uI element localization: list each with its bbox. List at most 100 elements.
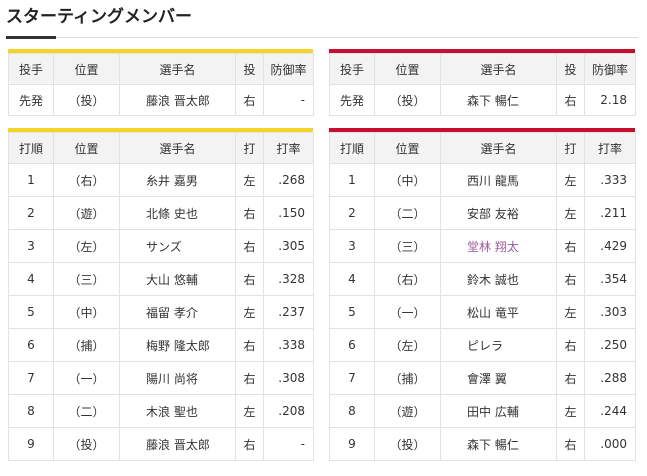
batter-name: 大山 悠輔	[119, 262, 236, 296]
batter-avg: .150	[263, 196, 314, 230]
batter-order: 7	[329, 361, 375, 395]
batter-row: 8 （二） 木浪 聖也左 .208	[8, 394, 314, 428]
away-pitcher-table: 投手 位置 選手名 投 防御率 先発 （投） 森下 暢仁 右 2.18	[329, 53, 636, 116]
batter-bats: 左	[235, 394, 264, 428]
batter-order: 6	[329, 328, 375, 362]
header-era: 防御率	[584, 53, 636, 85]
header-name: 選手名	[440, 132, 557, 164]
batter-name: 會澤 翼	[440, 361, 557, 395]
batter-avg: -	[263, 427, 314, 461]
pitcher-era: 2.18	[584, 84, 636, 116]
pitcher-throws: 右	[556, 84, 585, 116]
batter-bats: 右	[556, 229, 585, 263]
batter-row: 9 （投） 藤浪 晋太郎右 -	[8, 427, 314, 461]
batter-row: 2 （遊） 北條 史也右 .150	[8, 196, 314, 230]
batter-order: 6	[8, 328, 54, 362]
home-pitcher-table: 投手 位置 選手名 投 防御率 先発 （投） 藤浪 晋太郎 右 -	[8, 53, 314, 116]
batter-name: 堂林 翔太	[440, 229, 557, 263]
batter-pos: （二）	[374, 196, 441, 230]
header-avg: 打率	[584, 132, 636, 164]
batter-row: 9 （投） 森下 暢仁右 .000	[329, 427, 636, 461]
batter-row: 8 （遊） 田中 広輔左 .244	[329, 394, 636, 428]
batter-avg: .000	[584, 427, 636, 461]
header-avg: 打率	[263, 132, 314, 164]
batter-pos: （投）	[53, 427, 120, 461]
batter-pos: （中）	[53, 295, 120, 329]
batter-avg: .208	[263, 394, 314, 428]
batter-name: 松山 竜平	[440, 295, 557, 329]
header-throws: 投	[556, 53, 585, 85]
title-divider-accent	[6, 36, 56, 39]
batter-avg: .211	[584, 196, 636, 230]
batter-row: 4 （三） 大山 悠輔右 .328	[8, 262, 314, 296]
header-pos: 位置	[53, 132, 120, 164]
header-throws: 投	[235, 53, 264, 85]
header-order: 打順	[329, 132, 375, 164]
batter-bats: 右	[235, 427, 264, 461]
batter-bats: 右	[235, 229, 264, 263]
header-pos: 位置	[374, 132, 441, 164]
pitcher-row: 先発 （投） 森下 暢仁 右 2.18	[329, 84, 636, 116]
away-batters-body: 1 （中） 西川 龍馬左 .333 2 （二） 安部 友裕左 .211 3 （三） 堂林 翔太右 .4…	[329, 163, 636, 461]
batter-row: 5 （中） 福留 孝介左 .237	[8, 295, 314, 329]
batter-pos: （一）	[374, 295, 441, 329]
batter-order: 3	[329, 229, 375, 263]
batter-bats: 右	[556, 328, 585, 362]
header-name: 選手名	[119, 53, 236, 85]
batter-row: 4 （右） 鈴木 誠也右 .354	[329, 262, 636, 296]
header-pos: 位置	[53, 53, 120, 85]
batter-name: 福留 孝介	[119, 295, 236, 329]
batter-avg: .244	[584, 394, 636, 428]
header-bats: 打	[556, 132, 585, 164]
header-bats: 打	[235, 132, 264, 164]
batter-pos: （右）	[53, 163, 120, 197]
header-name: 選手名	[440, 53, 557, 85]
header-role: 投手	[329, 53, 375, 85]
batter-name: 森下 暢仁	[440, 427, 557, 461]
pitcher-row: 先発 （投） 藤浪 晋太郎 右 -	[8, 84, 314, 116]
batter-order: 3	[8, 229, 54, 263]
batter-pos: （三）	[53, 262, 120, 296]
header-era: 防御率	[263, 53, 314, 85]
batter-bats: 右	[556, 427, 585, 461]
away-batters-table: 打順 位置 選手名 打 打率 1 （中） 西川 龍馬左 .333 2 （二） 安部 友裕左.…	[329, 132, 636, 461]
batter-bats: 右	[235, 361, 264, 395]
batter-pos: （一）	[53, 361, 120, 395]
pitcher-era: -	[263, 84, 314, 116]
header-pos: 位置	[374, 53, 441, 85]
batter-name: 木浪 聖也	[119, 394, 236, 428]
home-batters-body: 1 （右） 糸井 嘉男左 .268 2 （遊） 北條 史也右 .150 3 （左） サンズ右 .305…	[8, 163, 314, 461]
batter-bats: 右	[235, 262, 264, 296]
section-title: スターティングメンバー	[6, 7, 192, 27]
batter-pos: （二）	[53, 394, 120, 428]
batter-avg: .333	[584, 163, 636, 197]
batter-name: 田中 広輔	[440, 394, 557, 428]
batter-avg: .328	[263, 262, 314, 296]
batter-name: 安部 友裕	[440, 196, 557, 230]
batter-row: 6 （捕） 梅野 隆太郎右 .338	[8, 328, 314, 362]
batter-pos: （捕）	[374, 361, 441, 395]
batter-order: 4	[329, 262, 375, 296]
batter-name: 北條 史也	[119, 196, 236, 230]
batter-avg: .308	[263, 361, 314, 395]
pitcher-header-row: 投手 位置 選手名 投 防御率	[8, 53, 314, 85]
batter-row: 3 （三） 堂林 翔太右 .429	[329, 229, 636, 263]
batter-order: 9	[8, 427, 54, 461]
batter-order: 1	[8, 163, 54, 197]
batter-avg: .354	[584, 262, 636, 296]
batter-row: 7 （一） 陽川 尚将右 .308	[8, 361, 314, 395]
batter-name: 梅野 隆太郎	[119, 328, 236, 362]
batter-pos: （捕）	[53, 328, 120, 362]
pitcher-role: 先発	[8, 84, 54, 116]
batter-pos: （左）	[53, 229, 120, 263]
pitcher-name: 藤浪 晋太郎	[119, 84, 236, 116]
batter-row: 3 （左） サンズ右 .305	[8, 229, 314, 263]
batter-name: 藤浪 晋太郎	[119, 427, 236, 461]
batter-order: 8	[8, 394, 54, 428]
batter-name: 鈴木 誠也	[440, 262, 557, 296]
batters-header-row: 打順 位置 選手名 打 打率	[8, 132, 314, 164]
batter-avg: .237	[263, 295, 314, 329]
batters-header-row: 打順 位置 選手名 打 打率	[329, 132, 636, 164]
batter-avg: .288	[584, 361, 636, 395]
batter-avg: .303	[584, 295, 636, 329]
